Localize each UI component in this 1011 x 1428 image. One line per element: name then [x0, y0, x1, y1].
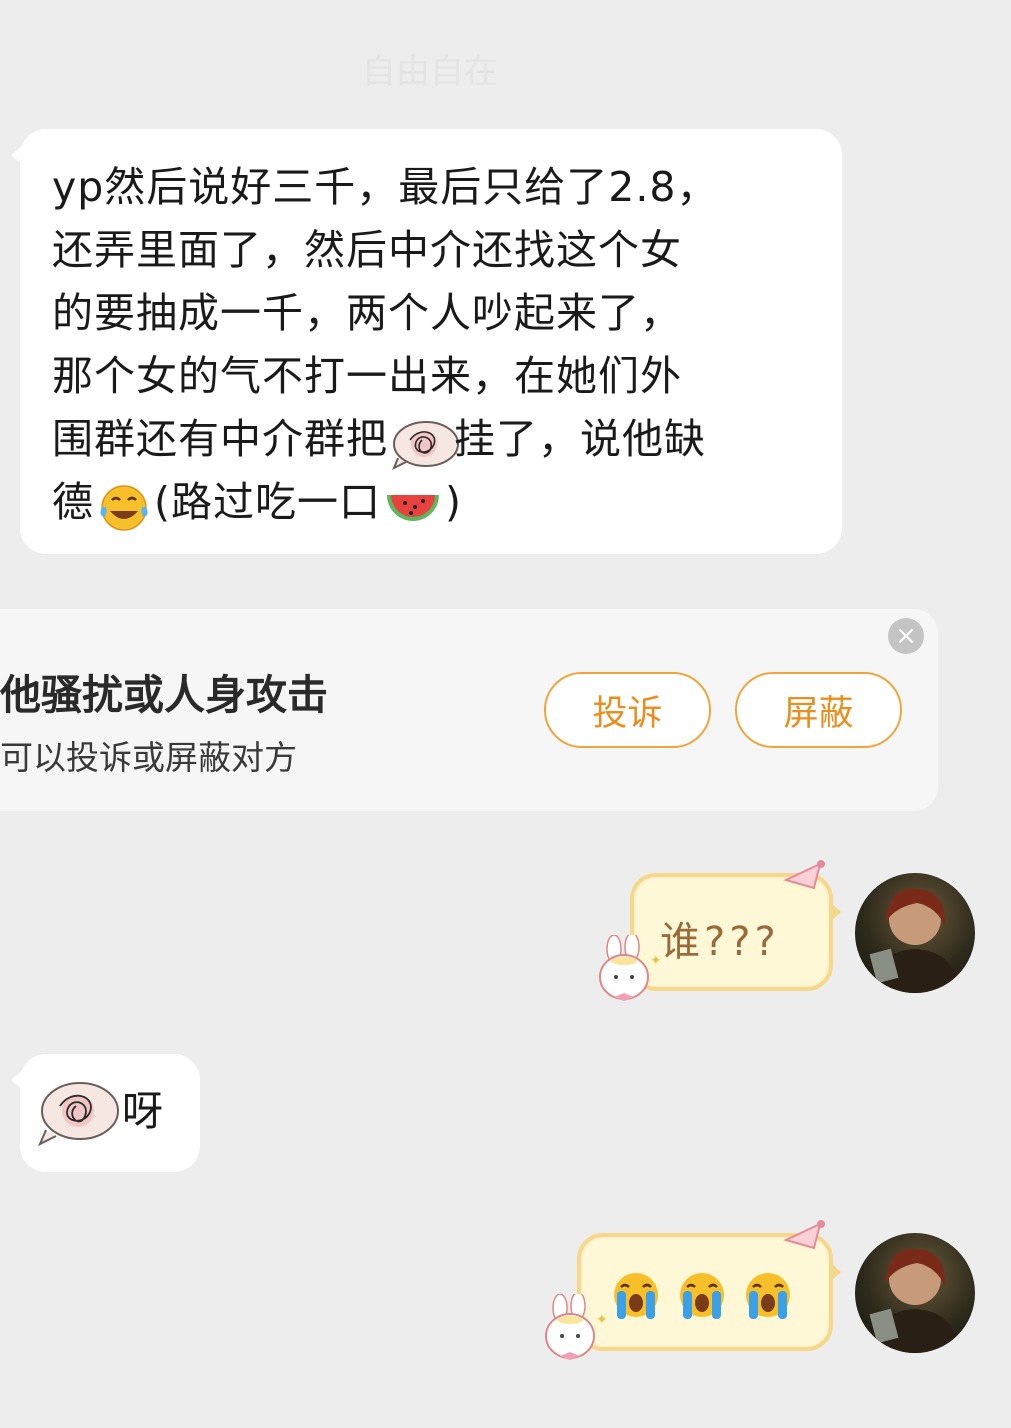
party-hat-icon: [782, 858, 826, 896]
safety-banner: 他骚扰或人身攻击 可以投诉或屏蔽对方 投诉 屏蔽 ×: [0, 609, 938, 811]
scribble-face-emoji: [36, 1078, 122, 1152]
faint-header-title: 自由自在: [362, 52, 498, 92]
report-button[interactable]: 投诉: [544, 672, 711, 748]
incoming-message-bubble[interactable]: 呀: [11, 1054, 200, 1172]
message-line: yp然后说好三千，最后只给了2.8，: [52, 163, 719, 211]
message-line-part: 德: [52, 478, 94, 526]
laughing-crying-emoji: [96, 481, 152, 531]
avatar[interactable]: [855, 1233, 975, 1353]
loudly-crying-emoji: [607, 1269, 665, 1327]
message-text: yp然后说好三千，最后只给了2.8， 还弄里面了，然后中介还找这个女 的要抽成一…: [52, 156, 832, 534]
svg-text:✦: ✦: [596, 1312, 608, 1328]
message-text: 谁???: [660, 919, 780, 965]
message-line: 围群还有中介群把 挂了，说他缺: [52, 408, 832, 471]
loudly-crying-emoji: [673, 1269, 731, 1327]
message-line: 那个女的气不打一出来，在她们外: [52, 352, 682, 400]
close-icon[interactable]: ×: [888, 618, 924, 654]
message-text: 呀: [122, 1087, 164, 1135]
message-line: 德 (路过吃一口 ): [52, 471, 832, 534]
message-line-part: 围群还有中介群把: [52, 415, 388, 463]
bunny-sticker-icon: ✦: [594, 932, 664, 1011]
avatar[interactable]: [855, 873, 975, 993]
banner-subtitle: 可以投诉或屏蔽对方: [0, 738, 297, 777]
block-button[interactable]: 屏蔽: [735, 672, 902, 748]
banner-title: 他骚扰或人身攻击: [0, 671, 328, 719]
message-line-part: 挂了，说他缺: [454, 415, 706, 463]
scribble-face-emoji: [390, 418, 459, 471]
loudly-crying-emoji: [739, 1269, 797, 1327]
message-line: 还弄里面了，然后中介还找这个女: [52, 226, 682, 274]
message-line: 的要抽成一千，两个人吵起来了，: [52, 289, 682, 337]
party-hat-icon: [782, 1218, 826, 1256]
message-line-part: (路过吃一口: [154, 478, 381, 526]
svg-text:✦: ✦: [650, 953, 662, 969]
incoming-message-bubble[interactable]: yp然后说好三千，最后只给了2.8， 还弄里面了，然后中介还找这个女 的要抽成一…: [11, 129, 842, 554]
watermelon-emoji: [383, 481, 443, 529]
message-line-part: ): [445, 478, 462, 526]
emoji-row: [607, 1269, 797, 1327]
bunny-sticker-icon: ✦: [540, 1291, 610, 1370]
